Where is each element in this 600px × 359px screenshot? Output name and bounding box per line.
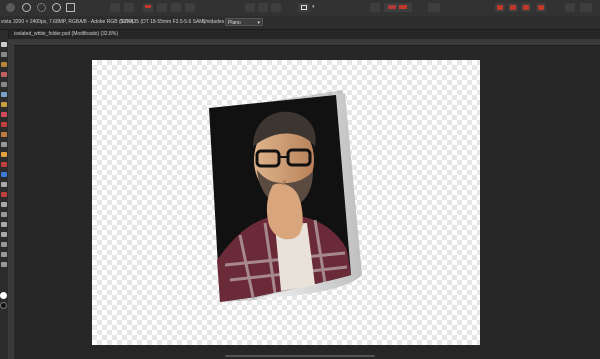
red-swatch-icon bbox=[388, 5, 396, 9]
red-persona-icon-4 bbox=[538, 5, 544, 10]
units-select[interactable]: Plano ▾ bbox=[225, 18, 263, 26]
assistant-button[interactable] bbox=[428, 3, 440, 12]
select-button[interactable] bbox=[185, 3, 195, 12]
red-persona-icon-2 bbox=[510, 5, 516, 10]
healing-tool[interactable] bbox=[1, 162, 7, 167]
redeye-tool[interactable] bbox=[1, 172, 7, 177]
blend-button[interactable] bbox=[171, 3, 181, 12]
red-brush-icon[interactable] bbox=[145, 5, 151, 8]
persona-button-5[interactable] bbox=[565, 3, 575, 12]
eraser-tool[interactable] bbox=[1, 112, 7, 117]
crop-tool[interactable] bbox=[1, 62, 7, 67]
circle-icon[interactable] bbox=[52, 3, 61, 12]
chevron-down-icon: ▾ bbox=[257, 20, 260, 26]
sparkle-icon[interactable] bbox=[37, 3, 46, 12]
grid-icon[interactable] bbox=[66, 3, 75, 12]
document-tab-bar: isolated_white_folder.psd (Modificado) (… bbox=[0, 30, 600, 39]
red-persona-icon-3 bbox=[523, 5, 529, 10]
horizontal-scrollbar[interactable] bbox=[225, 355, 375, 357]
fill-tool[interactable] bbox=[1, 122, 7, 127]
persona-button-6[interactable] bbox=[580, 3, 592, 12]
colour-picker-tool[interactable] bbox=[1, 262, 7, 267]
brush-button[interactable] bbox=[157, 3, 167, 12]
sharpen-tool[interactable] bbox=[1, 182, 7, 187]
frame-icon bbox=[301, 5, 307, 10]
toggle-button-2[interactable] bbox=[124, 3, 134, 12]
red-persona-icon-1 bbox=[497, 5, 503, 10]
units-select-value: Plano bbox=[228, 20, 241, 26]
pencil-tool[interactable] bbox=[1, 82, 7, 87]
mode-button-3[interactable] bbox=[271, 3, 281, 12]
pen-tool[interactable] bbox=[1, 192, 7, 197]
view-label: vista bbox=[1, 19, 12, 25]
snap-button[interactable] bbox=[370, 3, 380, 12]
paint-tool[interactable] bbox=[1, 72, 7, 77]
primary-color-swatch[interactable] bbox=[0, 292, 7, 299]
clone-tool[interactable] bbox=[1, 102, 7, 107]
gradient-tool[interactable] bbox=[1, 132, 7, 137]
smudge-tool[interactable] bbox=[1, 152, 7, 157]
camera-info: SLT-A35 (DT 18-55mm F3.5-5.6 SAM) bbox=[120, 19, 206, 25]
move-tool[interactable] bbox=[1, 42, 7, 47]
gear-icon[interactable] bbox=[22, 3, 31, 12]
document-tab[interactable]: isolated_white_folder.psd (Modificado) (… bbox=[14, 30, 118, 39]
mode-button-1[interactable] bbox=[245, 3, 255, 12]
node-tool[interactable] bbox=[1, 202, 7, 207]
secondary-color-swatch[interactable] bbox=[0, 302, 7, 309]
shape-tool[interactable] bbox=[1, 212, 7, 217]
hand-tool[interactable] bbox=[1, 242, 7, 247]
context-bar: vista 3200 × 2400px, 7.68MP, RGBA/8 - Ad… bbox=[0, 16, 600, 30]
brush-tool[interactable] bbox=[1, 92, 7, 97]
chevron-down-icon[interactable]: ▾ bbox=[312, 5, 316, 10]
text-tool[interactable] bbox=[1, 222, 7, 227]
zoom-tool[interactable] bbox=[1, 232, 7, 237]
app-logo-icon[interactable] bbox=[6, 3, 15, 12]
select-tool[interactable] bbox=[1, 52, 7, 57]
view-tool[interactable] bbox=[1, 252, 7, 257]
mode-button-2[interactable] bbox=[258, 3, 268, 12]
toggle-button-1[interactable] bbox=[110, 3, 120, 12]
horizontal-ruler[interactable] bbox=[8, 39, 600, 46]
vertical-ruler[interactable] bbox=[8, 45, 14, 359]
units-label: Unidades bbox=[203, 19, 225, 25]
document-info: 3200 × 2400px, 7.68MP, RGBA/8 - Adobe RG… bbox=[13, 19, 134, 25]
top-toolbar: ▾ bbox=[0, 0, 600, 17]
dodge-tool[interactable] bbox=[1, 142, 7, 147]
arrow-icon bbox=[399, 5, 407, 9]
curled-photo[interactable] bbox=[195, 85, 370, 310]
